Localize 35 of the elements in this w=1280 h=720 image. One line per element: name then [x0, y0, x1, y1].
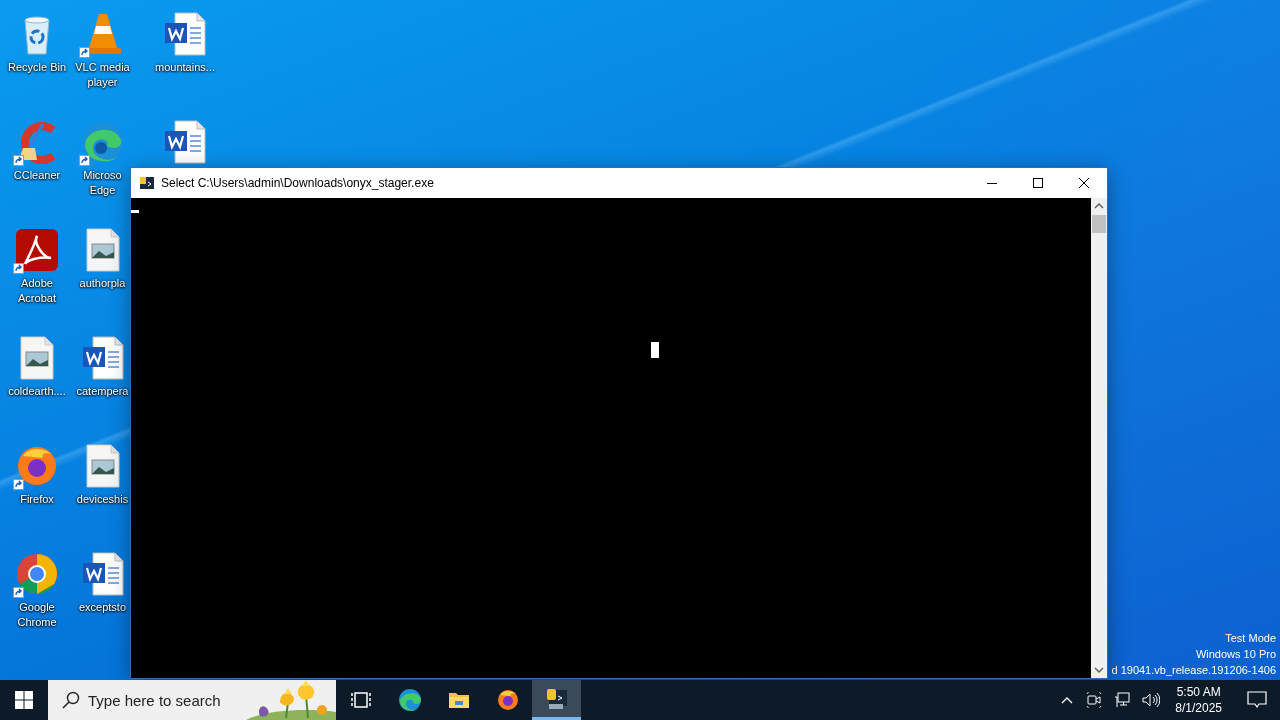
- icon-label[interactable]: Microso Edge: [74, 168, 131, 198]
- volume-icon[interactable]: [1142, 692, 1161, 708]
- network-icon[interactable]: [1114, 692, 1131, 708]
- scrollbar[interactable]: [1091, 198, 1107, 678]
- icon-label[interactable]: coldearth....: [8, 384, 66, 399]
- pdf-icon[interactable]: [13, 226, 61, 274]
- text-cursor: [651, 342, 659, 358]
- maximize-icon: [1033, 178, 1043, 188]
- browser-icon: [495, 688, 520, 712]
- icon-label[interactable]: catempera: [76, 384, 129, 399]
- browser-icon: [397, 688, 422, 712]
- icon-label[interactable]: deviceshis: [76, 492, 129, 507]
- search-icon: [62, 691, 80, 709]
- taskbar-button[interactable]: [532, 680, 581, 720]
- scrollbar-thumb[interactable]: [1092, 215, 1106, 233]
- icon-label[interactable]: Google Chrome: [1, 600, 73, 630]
- camera-icon[interactable]: [1086, 692, 1103, 708]
- icon-label[interactable]: CCleaner: [13, 168, 61, 183]
- icon-label[interactable]: exceptsto: [78, 600, 127, 615]
- system-watermark-text: Test Mode: [1224, 631, 1276, 646]
- notification-icon: [1247, 691, 1267, 709]
- icon-label[interactable]: VLC media player: [74, 60, 131, 90]
- system-watermark-text: Windows 10 Pro: [1194, 647, 1276, 662]
- console-app-icon: [139, 175, 155, 191]
- clock[interactable]: 5:50 AM 8/1/2025: [1169, 684, 1228, 716]
- icon-label[interactable]: Recycle Bin: [7, 60, 67, 75]
- icon-label[interactable]: authorpla: [79, 276, 126, 291]
- windows-logo-icon: [15, 691, 33, 709]
- console-app-icon: [544, 686, 569, 711]
- system-watermark-text: d 19041.vb_release.191206-1406: [1111, 663, 1276, 678]
- icon-label[interactable]: mountains...: [155, 60, 215, 75]
- icon-label[interactable]: Firefox: [20, 492, 54, 507]
- close-icon: [1079, 178, 1089, 188]
- window-title: Select C:\Users\admin\Downloads\onyx_stager.exe: [161, 176, 435, 190]
- icon-label[interactable]: Adobe Acrobat: [1, 276, 73, 306]
